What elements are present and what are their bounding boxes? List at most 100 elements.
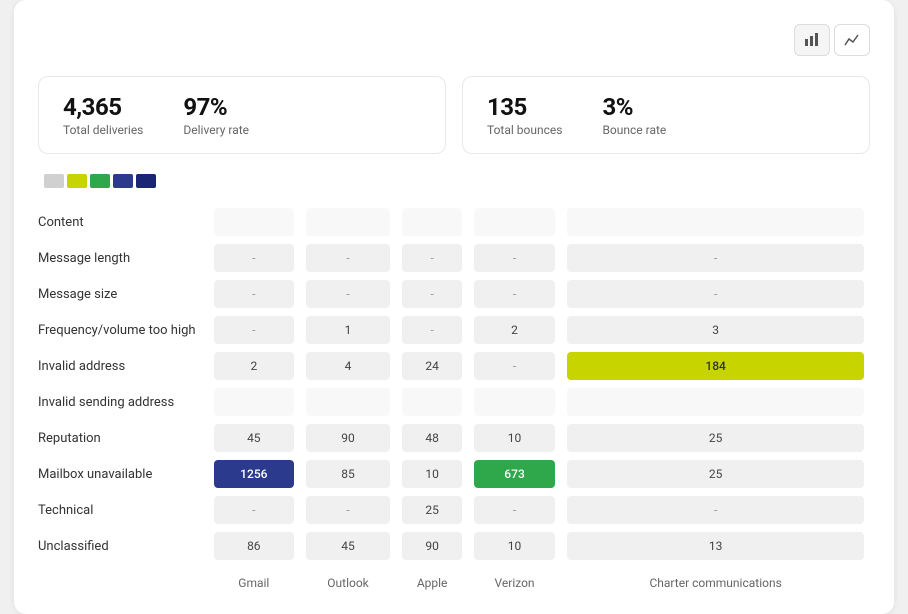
data-cell	[468, 384, 561, 420]
category-cell: Invalid sending address	[38, 384, 208, 420]
data-cell	[396, 204, 467, 240]
table-row: Technical--25--	[38, 492, 870, 528]
data-cell: 4	[300, 348, 397, 384]
data-cell: -	[561, 492, 870, 528]
data-cell: 25	[561, 456, 870, 492]
table-row: Invalid address2424-184	[38, 348, 870, 384]
table-row: Invalid sending address	[38, 384, 870, 420]
data-cell: -	[208, 312, 300, 348]
deliveries-stat-box: 4,365 Total deliveries 97% Delivery rate	[38, 76, 446, 154]
data-cell	[396, 384, 467, 420]
data-cell: 45	[300, 528, 397, 564]
data-cell: -	[208, 276, 300, 312]
bar-chart-button[interactable]	[794, 24, 830, 56]
total-deliveries-value: 4,365	[63, 93, 143, 121]
category-cell: Reputation	[38, 420, 208, 456]
data-cell	[468, 204, 561, 240]
swatch-4	[113, 174, 133, 188]
total-deliveries-stat: 4,365 Total deliveries	[63, 93, 143, 137]
bounce-table: ContentMessage length-----Message size--…	[38, 204, 870, 590]
table-row: Content	[38, 204, 870, 240]
data-cell	[300, 204, 397, 240]
data-cell: 48	[396, 420, 467, 456]
delivery-rate-label: Delivery rate	[183, 123, 249, 137]
category-cell: Unclassified	[38, 528, 208, 564]
total-bounces-value: 135	[487, 93, 562, 121]
data-cell: 673	[468, 456, 561, 492]
data-cell: -	[300, 240, 397, 276]
swatch-2	[67, 174, 87, 188]
category-cell: Message length	[38, 240, 208, 276]
swatch-5	[136, 174, 156, 188]
data-cell: 45	[208, 420, 300, 456]
data-cell: 10	[396, 456, 467, 492]
data-cell: -	[396, 276, 467, 312]
category-cell: Content	[38, 204, 208, 240]
category-cell: Message size	[38, 276, 208, 312]
legend-swatches	[44, 174, 156, 188]
data-cell	[561, 384, 870, 420]
data-cell: 25	[561, 420, 870, 456]
swatch-3	[90, 174, 110, 188]
table-row: Reputation4590481025	[38, 420, 870, 456]
data-cell: -	[208, 240, 300, 276]
table-footer-row: GmailOutlookAppleVerizonCharter communic…	[38, 564, 870, 590]
total-bounces-label: Total bounces	[487, 123, 562, 137]
data-cell: -	[208, 492, 300, 528]
footer-empty-cell	[38, 564, 208, 590]
data-cell: -	[300, 276, 397, 312]
category-cell: Frequency/volume too high	[38, 312, 208, 348]
category-cell: Technical	[38, 492, 208, 528]
data-cell: 2	[208, 348, 300, 384]
data-cell: -	[300, 492, 397, 528]
data-cell: 10	[468, 420, 561, 456]
data-cell	[300, 384, 397, 420]
column-label-2: Apple	[396, 564, 467, 590]
table-row: Frequency/volume too high-1-23	[38, 312, 870, 348]
data-cell: 1	[300, 312, 397, 348]
delivery-rate-stat: 97% Delivery rate	[183, 93, 249, 137]
chart-type-toggle	[794, 24, 870, 56]
column-label-3: Verizon	[468, 564, 561, 590]
category-cell: Invalid address	[38, 348, 208, 384]
data-cell: 13	[561, 528, 870, 564]
bounce-rate-stat: 3% Bounce rate	[602, 93, 666, 137]
total-bounces-stat: 135 Total bounces	[487, 93, 562, 137]
data-cell: 1256	[208, 456, 300, 492]
data-cell: 90	[300, 420, 397, 456]
data-cell: 24	[396, 348, 467, 384]
legend	[38, 174, 870, 188]
card-header	[38, 24, 870, 56]
data-cell	[208, 384, 300, 420]
column-label-1: Outlook	[300, 564, 397, 590]
data-cell: -	[468, 348, 561, 384]
swatch-1	[44, 174, 64, 188]
data-cell: -	[561, 276, 870, 312]
category-cell: Mailbox unavailable	[38, 456, 208, 492]
data-cell: 3	[561, 312, 870, 348]
data-cell: 25	[396, 492, 467, 528]
column-label-4: Charter communications	[561, 564, 870, 590]
table-row: Message size-----	[38, 276, 870, 312]
data-cell: 85	[300, 456, 397, 492]
bounce-rate-label: Bounce rate	[602, 123, 666, 137]
line-chart-button[interactable]	[834, 24, 870, 56]
data-cell: 2	[468, 312, 561, 348]
column-label-0: Gmail	[208, 564, 300, 590]
data-cell: -	[468, 492, 561, 528]
data-cell	[208, 204, 300, 240]
data-cell: 10	[468, 528, 561, 564]
table-row: Unclassified8645901013	[38, 528, 870, 564]
data-cell: -	[396, 240, 467, 276]
bounce-rate-value: 3%	[602, 93, 666, 121]
data-cell: 90	[396, 528, 467, 564]
data-cell: 184	[561, 348, 870, 384]
data-cell: -	[468, 276, 561, 312]
data-cell: -	[561, 240, 870, 276]
data-cell	[561, 204, 870, 240]
data-cell: 86	[208, 528, 300, 564]
data-table-container: ContentMessage length-----Message size--…	[38, 204, 870, 590]
stats-row: 4,365 Total deliveries 97% Delivery rate…	[38, 76, 870, 154]
main-card: 4,365 Total deliveries 97% Delivery rate…	[14, 0, 894, 614]
data-cell: -	[396, 312, 467, 348]
